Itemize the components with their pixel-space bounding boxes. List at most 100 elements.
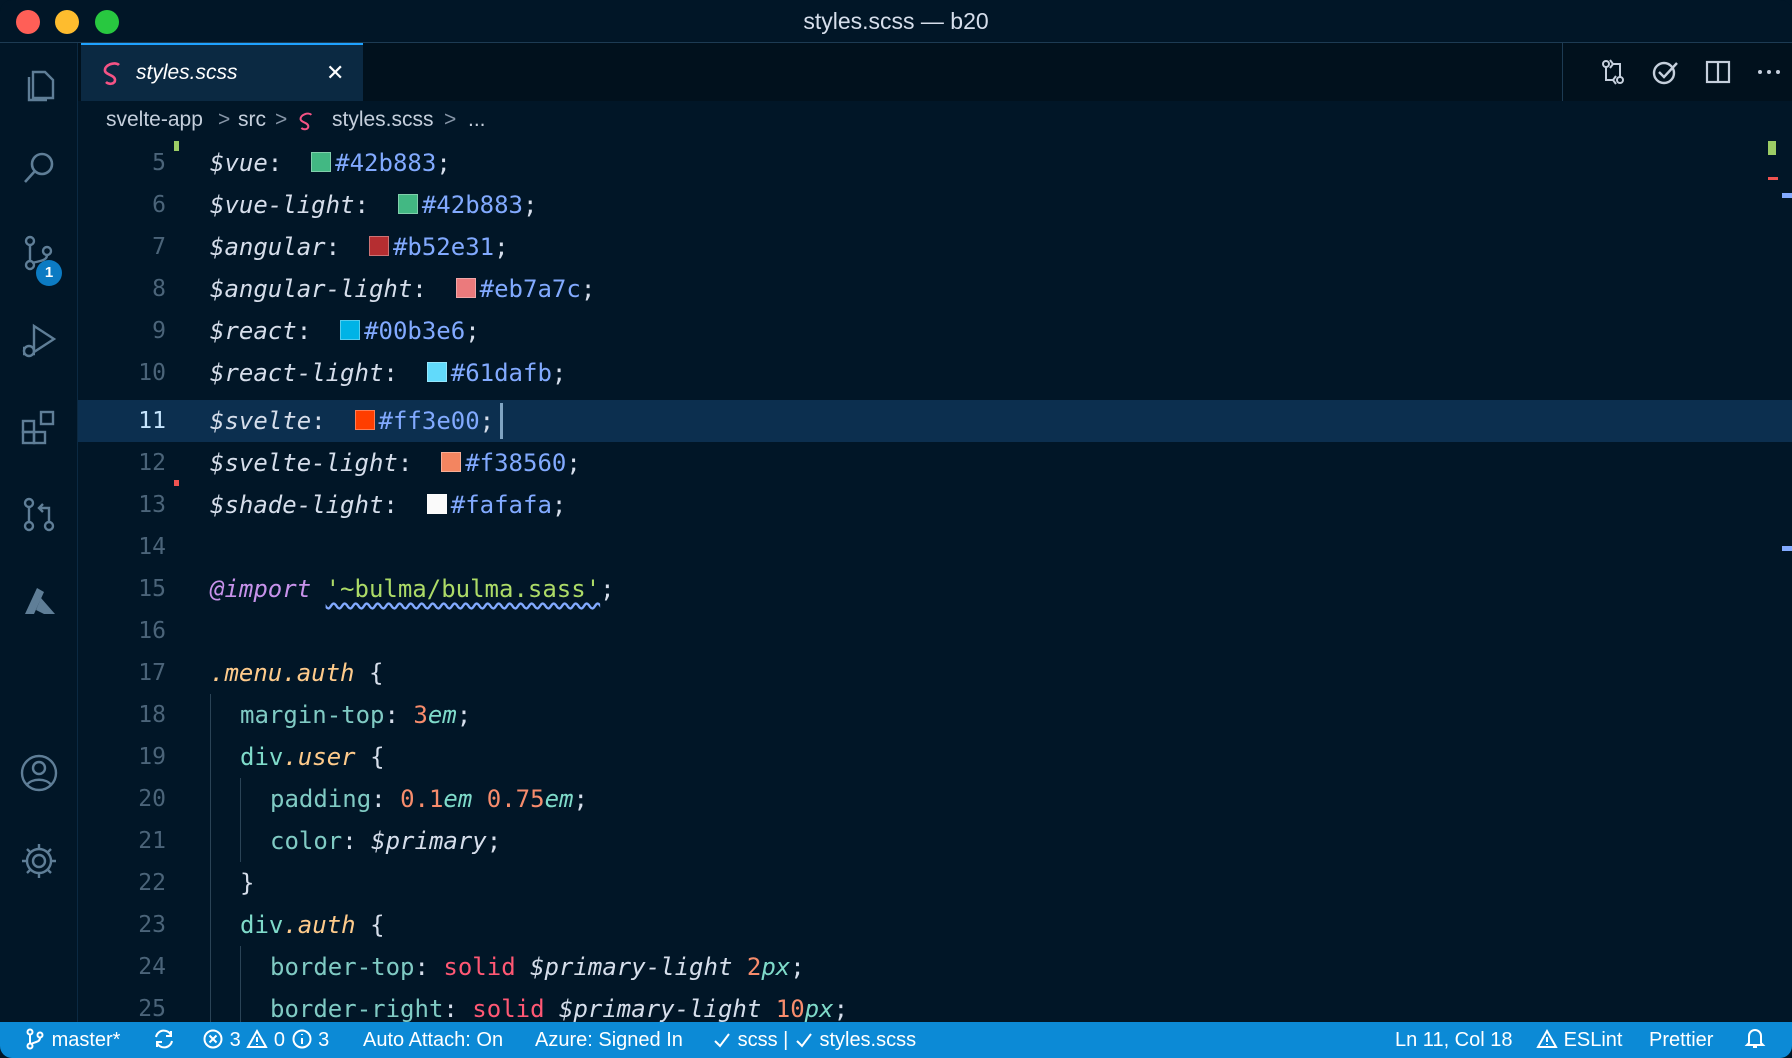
code-text: div.auth { <box>240 911 385 939</box>
code-editor[interactable]: 5 $vue: #42b883; 6 $vue-light: #42b883; … <box>78 141 1792 1022</box>
window-title: styles.scss — b20 <box>803 8 989 34</box>
line-number: 25 <box>138 996 166 1022</box>
code-line: 20 padding: 0.1em 0.75em; <box>78 778 1792 820</box>
breadcrumb-item-symbol[interactable]: ... <box>468 108 486 132</box>
error-icon <box>203 1029 223 1049</box>
code-text: $svelte: #ff3e00; <box>210 407 495 435</box>
tab-bar: styles.scss ✕ <box>78 43 1792 101</box>
code-line: 16 <box>78 610 1792 652</box>
line-number: 21 <box>138 828 166 854</box>
tab-label: styles.scss <box>136 61 238 84</box>
gear-icon[interactable] <box>17 839 61 883</box>
code-line: 13 $shade-light: #fafafa; <box>78 484 1792 526</box>
color-swatch[interactable] <box>354 410 375 430</box>
azure-status[interactable]: Azure: Signed In <box>535 1022 683 1058</box>
breadcrumb: svelte-app > src > styles.scss > ... <box>78 101 1792 141</box>
sync-icon[interactable] <box>152 1022 176 1058</box>
color-swatch[interactable] <box>340 320 361 340</box>
color-swatch[interactable] <box>455 278 476 298</box>
code-text: $angular: #b52e31; <box>210 233 509 261</box>
line-number: 24 <box>138 954 166 980</box>
breadcrumb-item-svelte-app[interactable]: svelte-app <box>106 108 203 132</box>
pull-request-icon[interactable] <box>17 492 61 536</box>
close-icon[interactable]: ✕ <box>326 45 344 101</box>
color-swatch[interactable] <box>441 452 462 472</box>
line-number: 5 <box>152 150 166 176</box>
at-rule: @import <box>210 575 312 603</box>
scss-variable: $react <box>210 317 297 345</box>
code-text: border-top: solid $primary-light 2px; <box>270 953 805 981</box>
prettier-status[interactable]: Prettier <box>1649 1022 1713 1058</box>
more-actions-icon[interactable] <box>1753 56 1785 88</box>
css-property: padding <box>270 785 372 813</box>
info-count: 3 <box>318 1029 330 1051</box>
status-bar: master* 3 0 3 Auto Attach: On Azure: Sig… <box>0 1022 1792 1058</box>
sass-file-icon <box>103 62 120 86</box>
scss-variable: $svelte-light <box>210 449 398 477</box>
code-line: 10 $react-light: #61dafb; <box>78 352 1792 394</box>
css-selector: .menu.auth <box>210 659 355 687</box>
tab-styles-scss[interactable]: styles.scss ✕ <box>81 43 363 101</box>
line-number: 9 <box>152 318 166 344</box>
line-number: 7 <box>152 234 166 260</box>
search-icon[interactable] <box>17 146 61 190</box>
code-line: 23 div.auth { <box>78 904 1792 946</box>
line-number: 10 <box>138 360 166 386</box>
azure-icon[interactable] <box>17 580 61 624</box>
indent-guide <box>210 694 211 1022</box>
code-text: $shade-light: #fafafa; <box>210 491 567 519</box>
code-text: $vue: #42b883; <box>210 149 451 177</box>
warning-count: 0 <box>273 1029 285 1051</box>
code-line: 25 border-right: solid $primary-light 10… <box>78 988 1792 1022</box>
line-number: 16 <box>138 618 166 644</box>
account-icon[interactable] <box>17 751 61 795</box>
eslint-status[interactable]: ESLint <box>1536 1022 1623 1058</box>
color-swatch[interactable] <box>368 236 389 256</box>
hex-value: #00b3e6 <box>364 317 466 345</box>
scss-variable: $react-light <box>210 359 384 387</box>
editor-actions <box>1562 43 1792 101</box>
title-bar: styles.scss — b20 <box>0 0 1792 43</box>
code-text: $angular-light: #eb7a7c; <box>210 275 596 303</box>
text-cursor <box>500 403 503 439</box>
eslint-label: ESLint <box>1563 1029 1623 1051</box>
code-line: 9 $react: #00b3e6; <box>78 310 1792 352</box>
split-editor-icon[interactable] <box>1702 56 1734 88</box>
color-swatch[interactable] <box>426 362 447 382</box>
css-property: border-right <box>270 995 444 1022</box>
file-check-label: styles.scss <box>819 1029 917 1051</box>
vscode-window: styles.scss — b20 1 styles.scss ✕ svelte… <box>0 0 1792 1058</box>
run-debug-icon[interactable] <box>17 318 61 362</box>
language-status[interactable]: scss | styles.scss <box>712 1022 916 1058</box>
color-swatch[interactable] <box>311 152 332 172</box>
extensions-icon[interactable] <box>17 405 61 449</box>
overview-ruler[interactable] <box>1768 141 1792 1022</box>
code-line: 6 $vue-light: #42b883; <box>78 184 1792 226</box>
hex-value: #42b883 <box>421 191 524 219</box>
breadcrumb-item-file[interactable]: styles.scss <box>332 108 434 132</box>
line-number: 11 <box>138 408 166 434</box>
color-swatch[interactable] <box>426 494 447 514</box>
branch-status[interactable]: master* <box>24 1022 120 1058</box>
code-line: 7 $angular: #b52e31; <box>78 226 1792 268</box>
auto-attach-status[interactable]: Auto Attach: On <box>363 1022 503 1058</box>
breadcrumb-item-src[interactable]: src <box>238 108 266 132</box>
code-line: 22 } <box>78 862 1792 904</box>
code-line: 12 $svelte-light: #f38560; <box>78 442 1792 484</box>
bell-icon[interactable] <box>1744 1022 1766 1058</box>
line-number: 13 <box>138 492 166 518</box>
code-text: $vue-light: #42b883; <box>210 191 538 219</box>
breadcrumb-separator: > <box>444 108 457 131</box>
color-swatch[interactable] <box>397 194 418 214</box>
check-icon[interactable] <box>1649 56 1681 88</box>
cursor-position[interactable]: Ln 11, Col 18 <box>1395 1022 1513 1058</box>
line-number: 18 <box>138 702 166 728</box>
files-icon[interactable] <box>17 62 61 106</box>
compare-changes-icon[interactable] <box>1597 56 1629 88</box>
problems-status[interactable]: 3 0 3 <box>202 1022 329 1058</box>
code-line: 15 @import '~bulma/bulma.sass'; <box>78 568 1792 610</box>
indent-guide <box>240 946 241 1022</box>
info-icon <box>292 1029 311 1049</box>
code-text: padding: 0.1em 0.75em; <box>270 785 588 813</box>
hex-value: #ff3e00 <box>378 407 480 435</box>
